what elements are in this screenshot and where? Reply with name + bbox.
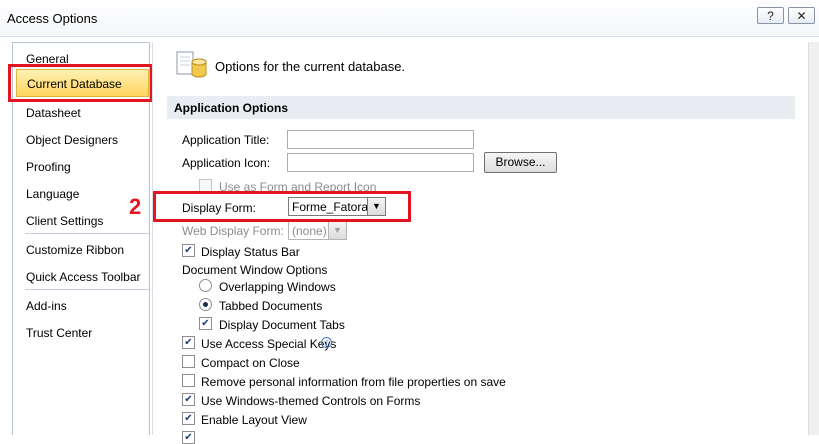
overlapping-windows-radio[interactable]	[199, 279, 212, 292]
display-status-bar-checkbox[interactable]	[182, 244, 195, 257]
section-title: Application Options	[174, 101, 288, 115]
close-icon: ✕	[796, 9, 807, 23]
display-status-bar-label: Display Status Bar	[201, 245, 300, 259]
annotation-box-2	[153, 191, 411, 222]
nav-item-object-designers[interactable]: Object Designers	[26, 133, 118, 147]
remove-personal-info-checkbox[interactable]	[182, 374, 195, 387]
compact-on-close-checkbox[interactable]	[182, 355, 195, 368]
nav-divider	[25, 289, 149, 290]
partially-visible-checkbox[interactable]	[182, 431, 195, 444]
application-title-label: Application Title:	[182, 133, 270, 147]
scrollbar[interactable]	[808, 42, 819, 435]
page-heading: Options for the current database.	[215, 59, 406, 74]
annotation-box-1	[8, 64, 153, 102]
application-icon-label: Application Icon:	[182, 156, 271, 170]
remove-personal-info-label: Remove personal information from file pr…	[201, 375, 506, 389]
display-document-tabs-checkbox[interactable]	[199, 317, 212, 330]
section-header-application-options: Application Options	[167, 96, 795, 119]
nav-divider	[25, 233, 149, 234]
compact-on-close-label: Compact on Close	[201, 356, 300, 370]
window-title: Access Options	[7, 11, 98, 26]
close-button[interactable]: ✕	[788, 7, 815, 24]
info-icon[interactable]: i	[321, 337, 332, 348]
nav-item-proofing[interactable]: Proofing	[26, 160, 71, 174]
chevron-down-icon: ▼	[328, 222, 346, 239]
tabbed-documents-radio[interactable]	[199, 298, 212, 311]
application-icon-input[interactable]	[287, 153, 474, 172]
enable-layout-view-label: Enable Layout View	[201, 413, 307, 427]
nav-item-quick-access-toolbar[interactable]: Quick Access Toolbar	[26, 270, 141, 284]
nav-item-datasheet[interactable]: Datasheet	[26, 106, 81, 120]
web-display-form-select[interactable]: (none) ▼	[288, 221, 347, 240]
tabbed-documents-label: Tabbed Documents	[219, 299, 323, 313]
use-access-special-keys-label: Use Access Special Keys	[201, 337, 337, 351]
help-icon: ?	[767, 9, 774, 23]
database-options-icon	[176, 51, 207, 78]
use-access-special-keys-checkbox[interactable]	[182, 336, 195, 349]
help-button[interactable]: ?	[757, 7, 784, 24]
document-window-options-label: Document Window Options	[182, 263, 328, 277]
web-display-form-value: (none)	[292, 224, 327, 238]
annotation-number-2: 2	[129, 194, 142, 219]
display-document-tabs-label: Display Document Tabs	[219, 318, 345, 332]
nav-item-client-settings[interactable]: Client Settings	[26, 214, 103, 228]
nav-item-trust-center[interactable]: Trust Center	[26, 326, 92, 340]
options-content: Options for the current database. Applic…	[152, 42, 809, 444]
access-options-window: Access Options ? ✕ General Current Datab…	[0, 0, 819, 444]
nav-item-language[interactable]: Language	[26, 187, 79, 201]
use-windows-themed-controls-checkbox[interactable]	[182, 393, 195, 406]
web-display-form-label: Web Display Form:	[182, 224, 284, 238]
title-bar: Access Options ? ✕	[0, 0, 819, 37]
application-title-input[interactable]	[287, 130, 474, 149]
browse-button[interactable]: Browse...	[484, 152, 557, 173]
use-windows-themed-controls-label: Use Windows-themed Controls on Forms	[201, 394, 421, 408]
overlapping-windows-label: Overlapping Windows	[219, 280, 336, 294]
nav-item-customize-ribbon[interactable]: Customize Ribbon	[26, 243, 124, 257]
enable-layout-view-checkbox[interactable]	[182, 412, 195, 425]
nav-item-add-ins[interactable]: Add-ins	[26, 299, 67, 313]
